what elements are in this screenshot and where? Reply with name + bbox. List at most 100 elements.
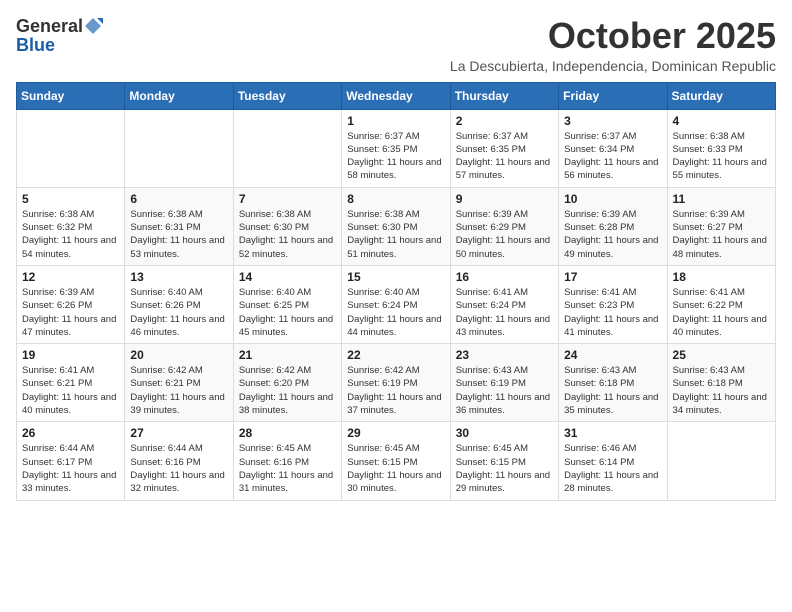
logo-icon	[83, 16, 103, 36]
day-number: 23	[456, 348, 553, 362]
day-cell: 15Sunrise: 6:40 AM Sunset: 6:24 PM Dayli…	[342, 265, 450, 343]
header-saturday: Saturday	[667, 82, 775, 109]
day-cell: 19Sunrise: 6:41 AM Sunset: 6:21 PM Dayli…	[17, 344, 125, 422]
day-cell: 10 Sunrise: 6:39 AM Sunset: 6:28 PM Dayli…	[559, 187, 667, 265]
day-number: 31	[564, 426, 661, 440]
day-info: Sunrise: 6:42 AM Sunset: 6:20 PM Dayligh…	[239, 364, 336, 417]
logo: General Blue	[16, 16, 103, 54]
day-number: 6	[130, 192, 227, 206]
day-info: Sunrise: 6:38 AM Sunset: 6:32 PM Dayligh…	[22, 208, 119, 261]
day-cell: 26Sunrise: 6:44 AM Sunset: 6:17 PM Dayli…	[17, 422, 125, 500]
day-cell: 12 Sunrise: 6:39 AM Sunset: 6:26 PM Dayli…	[17, 265, 125, 343]
day-cell: 28Sunrise: 6:45 AM Sunset: 6:16 PM Dayli…	[233, 422, 341, 500]
day-info: Sunrise: 6:39 AM Sunset: 6:26 PM Dayligh…	[22, 286, 119, 339]
day-number: 18	[673, 270, 770, 284]
header-friday: Friday	[559, 82, 667, 109]
day-info: Sunrise: 6:43 AM Sunset: 6:18 PM Dayligh…	[564, 364, 661, 417]
subtitle: La Descubierta, Independencia, Dominican…	[450, 58, 776, 74]
day-number: 7	[239, 192, 336, 206]
day-number: 21	[239, 348, 336, 362]
day-number: 27	[130, 426, 227, 440]
title-section: October 2025 La Descubierta, Independenc…	[450, 16, 776, 74]
calendar-header-row: Sunday Monday Tuesday Wednesday Thursday…	[17, 82, 776, 109]
day-cell: 8 Sunrise: 6:38 AM Sunset: 6:30 PM Daylig…	[342, 187, 450, 265]
day-number: 14	[239, 270, 336, 284]
day-number: 2	[456, 114, 553, 128]
day-info: Sunrise: 6:38 AM Sunset: 6:31 PM Dayligh…	[130, 208, 227, 261]
day-info: Sunrise: 6:46 AM Sunset: 6:14 PM Dayligh…	[564, 442, 661, 495]
day-number: 8	[347, 192, 444, 206]
day-info: Sunrise: 6:41 AM Sunset: 6:22 PM Dayligh…	[673, 286, 770, 339]
day-info: Sunrise: 6:37 AM Sunset: 6:34 PM Dayligh…	[564, 130, 661, 183]
calendar: Sunday Monday Tuesday Wednesday Thursday…	[16, 82, 776, 501]
week-row-1: 1Sunrise: 6:37 AM Sunset: 6:35 PM Daylig…	[17, 109, 776, 187]
day-number: 12	[22, 270, 119, 284]
day-info: Sunrise: 6:44 AM Sunset: 6:16 PM Dayligh…	[130, 442, 227, 495]
day-info: Sunrise: 6:37 AM Sunset: 6:35 PM Dayligh…	[347, 130, 444, 183]
header-sunday: Sunday	[17, 82, 125, 109]
day-cell: 14 Sunrise: 6:40 AM Sunset: 6:25 PM Dayli…	[233, 265, 341, 343]
day-number: 28	[239, 426, 336, 440]
day-info: Sunrise: 6:41 AM Sunset: 6:23 PM Dayligh…	[564, 286, 661, 339]
day-info: Sunrise: 6:40 AM Sunset: 6:24 PM Dayligh…	[347, 286, 444, 339]
day-number: 20	[130, 348, 227, 362]
week-row-4: 19Sunrise: 6:41 AM Sunset: 6:21 PM Dayli…	[17, 344, 776, 422]
day-cell: 20 Sunrise: 6:42 AM Sunset: 6:21 PM Dayli…	[125, 344, 233, 422]
day-info: Sunrise: 6:38 AM Sunset: 6:30 PM Dayligh…	[347, 208, 444, 261]
day-number: 25	[673, 348, 770, 362]
day-number: 10	[564, 192, 661, 206]
day-number: 24	[564, 348, 661, 362]
day-number: 3	[564, 114, 661, 128]
day-cell: 11 Sunrise: 6:39 AM Sunset: 6:27 PM Dayli…	[667, 187, 775, 265]
day-cell: 25Sunrise: 6:43 AM Sunset: 6:18 PM Dayli…	[667, 344, 775, 422]
day-cell	[17, 109, 125, 187]
day-number: 30	[456, 426, 553, 440]
day-number: 13	[130, 270, 227, 284]
day-info: Sunrise: 6:42 AM Sunset: 6:21 PM Dayligh…	[130, 364, 227, 417]
day-cell: 4 Sunrise: 6:38 AM Sunset: 6:33 PM Daylig…	[667, 109, 775, 187]
day-cell: 18 Sunrise: 6:41 AM Sunset: 6:22 PM Dayli…	[667, 265, 775, 343]
day-cell: 3 Sunrise: 6:37 AM Sunset: 6:34 PM Daylig…	[559, 109, 667, 187]
day-cell: 21 Sunrise: 6:42 AM Sunset: 6:20 PM Dayli…	[233, 344, 341, 422]
day-cell: 7Sunrise: 6:38 AM Sunset: 6:30 PM Daylig…	[233, 187, 341, 265]
day-info: Sunrise: 6:39 AM Sunset: 6:28 PM Dayligh…	[564, 208, 661, 261]
day-info: Sunrise: 6:43 AM Sunset: 6:19 PM Dayligh…	[456, 364, 553, 417]
header-wednesday: Wednesday	[342, 82, 450, 109]
day-info: Sunrise: 6:45 AM Sunset: 6:15 PM Dayligh…	[456, 442, 553, 495]
day-cell: 30 Sunrise: 6:45 AM Sunset: 6:15 PM Dayli…	[450, 422, 558, 500]
header-monday: Monday	[125, 82, 233, 109]
day-info: Sunrise: 6:38 AM Sunset: 6:33 PM Dayligh…	[673, 130, 770, 183]
day-cell: 29 Sunrise: 6:45 AM Sunset: 6:15 PM Dayli…	[342, 422, 450, 500]
day-info: Sunrise: 6:37 AM Sunset: 6:35 PM Dayligh…	[456, 130, 553, 183]
day-info: Sunrise: 6:40 AM Sunset: 6:26 PM Dayligh…	[130, 286, 227, 339]
day-info: Sunrise: 6:44 AM Sunset: 6:17 PM Dayligh…	[22, 442, 119, 495]
day-cell: 24 Sunrise: 6:43 AM Sunset: 6:18 PM Dayli…	[559, 344, 667, 422]
day-cell: 31 Sunrise: 6:46 AM Sunset: 6:14 PM Dayli…	[559, 422, 667, 500]
header-thursday: Thursday	[450, 82, 558, 109]
day-cell: 23 Sunrise: 6:43 AM Sunset: 6:19 PM Dayli…	[450, 344, 558, 422]
week-row-2: 5 Sunrise: 6:38 AM Sunset: 6:32 PM Daylig…	[17, 187, 776, 265]
day-number: 11	[673, 192, 770, 206]
logo-blue: Blue	[16, 36, 55, 54]
day-cell: 5 Sunrise: 6:38 AM Sunset: 6:32 PM Daylig…	[17, 187, 125, 265]
day-info: Sunrise: 6:39 AM Sunset: 6:27 PM Dayligh…	[673, 208, 770, 261]
day-info: Sunrise: 6:41 AM Sunset: 6:24 PM Dayligh…	[456, 286, 553, 339]
day-number: 16	[456, 270, 553, 284]
day-cell: 9 Sunrise: 6:39 AM Sunset: 6:29 PM Daylig…	[450, 187, 558, 265]
day-number: 22	[347, 348, 444, 362]
day-number: 5	[22, 192, 119, 206]
day-number: 29	[347, 426, 444, 440]
day-info: Sunrise: 6:45 AM Sunset: 6:15 PM Dayligh…	[347, 442, 444, 495]
day-cell	[125, 109, 233, 187]
day-info: Sunrise: 6:40 AM Sunset: 6:25 PM Dayligh…	[239, 286, 336, 339]
day-cell: 22Sunrise: 6:42 AM Sunset: 6:19 PM Dayli…	[342, 344, 450, 422]
header-tuesday: Tuesday	[233, 82, 341, 109]
day-number: 4	[673, 114, 770, 128]
month-title: October 2025	[450, 16, 776, 56]
logo-general: General	[16, 17, 83, 35]
day-number: 9	[456, 192, 553, 206]
week-row-3: 12 Sunrise: 6:39 AM Sunset: 6:26 PM Dayli…	[17, 265, 776, 343]
day-cell: 27 Sunrise: 6:44 AM Sunset: 6:16 PM Dayli…	[125, 422, 233, 500]
page-header: General Blue October 2025 La Descubierta…	[16, 16, 776, 74]
day-info: Sunrise: 6:39 AM Sunset: 6:29 PM Dayligh…	[456, 208, 553, 261]
